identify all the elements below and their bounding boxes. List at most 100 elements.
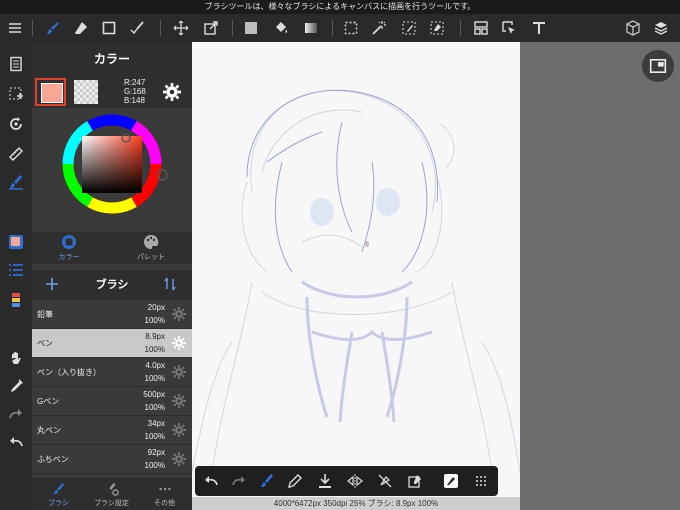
brush-row[interactable]: ペン（入り抜き） 4.0px 100% [32,358,192,387]
color-settings-gear-icon[interactable] [163,83,181,101]
tab-brush-settings-label: ブラシ設定 [94,500,129,507]
select-rect-icon[interactable] [338,14,364,42]
canvas-info-text: 4000*6472px 350dpi 25% ブラシ: 8.9px 100% [273,499,439,508]
brush-name: 丸ペン [37,426,61,435]
tab-brush-settings[interactable]: ブラシ設定 [85,482,138,508]
brush-size: 34px [147,419,165,428]
tab-color-label: カラー [58,254,80,261]
tab-other[interactable]: その他 [138,482,191,508]
3d-icon[interactable] [620,14,646,42]
brush-settings-gear-icon[interactable] [172,423,186,437]
undo-icon[interactable] [197,466,225,496]
brush-opacity: 100% [144,403,165,412]
undo-icon[interactable] [4,430,28,454]
menu-icon[interactable] [2,14,28,42]
brush-settings-gear-icon[interactable] [172,365,186,379]
fill-color-icon[interactable] [238,14,264,42]
layer-thumbnails-icon[interactable] [4,288,28,312]
primary-swatch[interactable] [35,78,66,106]
brush-settings-icon[interactable] [4,170,28,194]
brush-size: 500px [143,390,165,399]
brush-edit-icon[interactable] [124,14,150,42]
text-icon[interactable] [526,14,552,42]
brush-name: ふちペン [37,455,69,464]
eyedropper-icon[interactable] [4,374,28,398]
brush-name: Gペン [37,397,60,406]
color-wheel[interactable] [52,114,172,214]
brush-settings-gear-icon[interactable] [172,336,186,350]
brush-row[interactable]: ペン 8.9px 100% [32,329,192,358]
brush-tabs: ブラシ ブラシ設定 その他 [32,478,192,510]
stabilizer-brush-icon[interactable] [253,466,281,496]
swatch-row: R:247 G:168 B:148 [32,76,192,108]
drawing-canvas[interactable] [192,42,520,510]
side-panel: カラー R:247 G:168 B:148 カラー パレット ブラシ 鉛筆 20… [32,42,192,510]
brush-opacity: 100% [144,374,165,383]
rotate-icon[interactable] [4,112,28,136]
transform-icon[interactable] [198,14,224,42]
brush-row[interactable]: ふちペン 92px 100% [32,445,192,474]
brush-opacity: 100% [144,316,165,325]
brush-size: 8.9px [145,332,165,341]
tab-brush-label: ブラシ [48,500,69,507]
move-icon[interactable] [168,14,194,42]
tab-palette[interactable]: パレット [126,234,176,262]
snap-off-icon[interactable] [371,466,399,496]
more-grid-icon[interactable] [467,466,495,496]
selection-menu-icon[interactable] [4,82,28,106]
brush-opacity: 100% [144,461,165,470]
top-toolbar [0,14,680,42]
secondary-swatch[interactable] [74,80,98,104]
status-bar: ブラシツールは、様々なブラシによるキャンバスに描画を行うツールです。 [0,0,680,14]
clear-icon[interactable] [401,466,429,496]
canvas-info-bar: 4000*6472px 350dpi 25% ブラシ: 8.9px 100% [192,497,520,510]
brush-panel-header: ブラシ [32,270,192,300]
bucket-icon[interactable] [268,14,294,42]
hand-icon[interactable] [4,346,28,370]
tab-brush[interactable]: ブラシ [32,482,85,508]
brush-list: 鉛筆 20px 100% ペン 8.9px 100% ペン（入り抜き） 4.0px 100% Gペ… [32,300,192,474]
brush-settings-gear-icon[interactable] [172,394,186,408]
color-wheel-area [32,108,192,232]
color-panel-icon[interactable] [4,230,28,254]
brush-list-icon[interactable] [4,258,28,282]
magic-wand-icon[interactable] [366,14,392,42]
brush-size: 92px [147,448,165,457]
operation-icon[interactable] [496,14,522,42]
layers-icon[interactable] [648,14,674,42]
r-value: R:247 [124,78,146,87]
brush-row[interactable]: 鉛筆 20px 100% [32,300,192,329]
tab-color[interactable]: カラー [44,234,94,262]
frame-icon[interactable] [468,14,494,42]
brush-opacity: 100% [144,345,165,354]
brush-size: 4.0px [145,361,165,370]
brush-size-preview-icon[interactable] [437,466,465,496]
brush-settings-gear-icon[interactable] [172,452,186,466]
brush-name: 鉛筆 [37,310,53,319]
brush-name: ペン [37,339,53,348]
rgb-readout: R:247 G:168 B:148 [124,78,146,105]
flip-horizontal-icon[interactable] [341,466,369,496]
redo-icon[interactable] [4,402,28,426]
status-text: ブラシツールは、様々なブラシによるキャンバスに描画を行うツールです。 [204,2,476,11]
brush-name: ペン（入り抜き） [37,368,101,377]
brush-row[interactable]: 丸ペン 34px 100% [32,416,192,445]
rectangle-icon[interactable] [96,14,122,42]
redo-icon[interactable] [225,466,253,496]
ruler-icon[interactable] [4,142,28,166]
tab-other-label: その他 [154,500,175,507]
brush-row[interactable]: Gペン 500px 100% [32,387,192,416]
brush-icon[interactable] [40,14,66,42]
select-eraser-icon[interactable] [424,14,450,42]
select-pen-icon[interactable] [396,14,422,42]
brush-settings-gear-icon[interactable] [172,307,186,321]
add-brush-icon[interactable] [44,276,60,292]
sort-icon[interactable] [162,276,178,292]
pen-icon[interactable] [281,466,309,496]
eraser-icon[interactable] [68,14,94,42]
save-download-icon[interactable] [311,466,339,496]
window-toggle-icon[interactable] [642,50,674,82]
page-icon[interactable] [4,52,28,76]
gradient-icon[interactable] [298,14,324,42]
b-value: B:148 [124,96,145,105]
